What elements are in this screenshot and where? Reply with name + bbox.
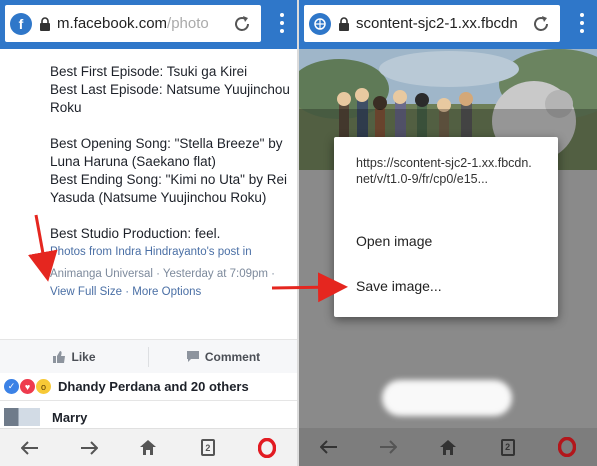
comment-icon [186,351,199,362]
left-browser-pane: f m.facebook.com/photo Best First Episod… [0,0,297,466]
tabs-count-icon: 2 [200,439,215,456]
lock-icon [40,16,50,31]
overflow-menu-icon[interactable] [580,13,585,33]
back-button[interactable] [15,433,45,463]
home-button[interactable] [433,432,463,462]
comment-item: Marry [0,405,297,429]
photos-from-link[interactable]: Photos from Indra Hindrayanto's post in [50,246,252,258]
home-icon [140,440,157,455]
tabs-button[interactable]: 2 [193,433,223,463]
url-text: m.facebook.com/photo [57,15,226,32]
tabs-button[interactable]: 2 [493,432,523,462]
arrow-left-icon [319,440,337,454]
context-menu-url: https://scontent-sjc2-1.xx.fbcdn.net/v/t… [356,156,532,186]
more-options-link[interactable]: More Options [132,286,201,298]
blurred-area [382,380,512,416]
like-button[interactable]: Like [0,350,148,364]
arrow-right-icon [380,440,398,454]
globe-icon [309,12,331,35]
post-text: Best First Episode: Tsuki ga Kirei Best … [50,63,290,243]
save-image-menu-item[interactable]: Save image... [356,278,442,294]
post-line: Best Last Episode: Natsume Yuujinchou Ro… [50,82,290,115]
reactions-text: Dhandy Perdana and 20 others [58,379,249,394]
facebook-icon: f [10,12,32,35]
post-meta: Photos from Indra Hindrayanto's post in … [50,241,290,285]
overflow-menu-icon[interactable] [280,13,285,33]
url-field[interactable]: scontent-sjc2-1.xx.fbcdn [304,5,560,42]
arrow-left-icon [20,440,38,455]
url-path: /photo [167,15,209,32]
post-paragraph: Best Opening Song: "Stella Breeze" by Lu… [50,135,290,207]
photo-options: View Full Size · More Options [50,286,201,298]
action-bar: Like Comment [0,339,297,373]
opera-menu-button[interactable] [552,432,582,462]
reload-icon[interactable] [232,14,252,34]
commenter-name[interactable]: Marry [52,410,87,425]
image-context-menu: https://scontent-sjc2-1.xx.fbcdn.net/v/t… [334,137,558,317]
address-bar: scontent-sjc2-1.xx.fbcdn [299,0,597,49]
open-image-menu-item[interactable]: Open image [356,233,432,249]
thumbs-up-icon [53,350,66,363]
home-icon [439,439,456,455]
opera-menu-button[interactable] [252,433,282,463]
avatar[interactable] [4,408,40,426]
right-browser-pane: scontent-sjc2-1.xx.fbcdn https://sconten… [299,0,597,466]
like-reaction-icon: ✓ [4,379,19,394]
url-field[interactable]: f m.facebook.com/photo [5,5,261,42]
home-button[interactable] [133,433,163,463]
arrow-right-icon [81,440,99,455]
opera-logo-icon [258,437,277,458]
like-label: Like [71,349,96,364]
opera-logo-icon [558,437,577,457]
reactions-summary[interactable]: ✓ ♥ o Dhandy Perdana and 20 others [0,373,297,401]
post-line: Best Opening Song: "Stella Breeze" by Lu… [50,136,283,169]
post-line: Best First Episode: Tsuki ga Kirei [50,64,248,79]
wow-reaction-icon: o [36,379,51,394]
comment-label: Comment [204,349,261,364]
post-paragraph: Best First Episode: Tsuki ga Kirei Best … [50,63,290,117]
love-reaction-icon: ♥ [20,379,35,394]
url-text: scontent-sjc2-1.xx.fbcdn [356,15,518,32]
url-host: m.facebook.com [57,15,168,32]
bottom-nav: 2 [0,428,297,466]
forward-button[interactable] [74,433,104,463]
group-time-text: Animanga Universal · Yesterday at 7:09pm… [50,268,276,280]
address-bar: f m.facebook.com/photo [0,0,297,49]
lock-icon [339,16,349,31]
comment-button[interactable]: Comment [149,350,297,364]
bottom-nav: 2 [299,428,597,466]
forward-button[interactable] [373,432,403,462]
post-line: Best Studio Production: feel. [50,226,221,241]
back-button[interactable] [314,432,344,462]
view-full-size-link[interactable]: View Full Size [50,286,122,298]
post-line: Best Ending Song: "Kimi no Uta" by Rei Y… [50,172,287,205]
tabs-count-icon: 2 [500,438,515,456]
reload-icon[interactable] [531,14,551,34]
